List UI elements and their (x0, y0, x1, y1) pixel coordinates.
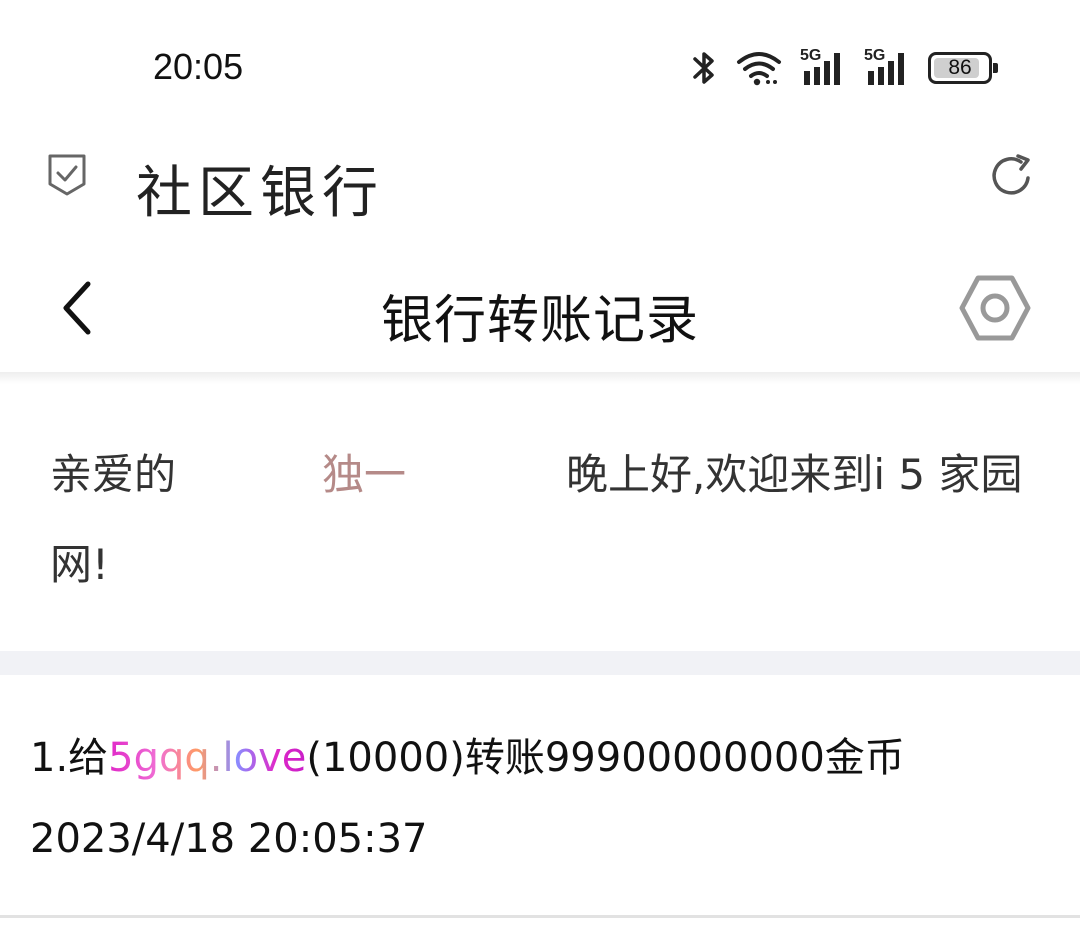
shield-check-icon[interactable] (46, 152, 88, 198)
battery-icon: 86 (928, 52, 998, 84)
nav-shadow (0, 372, 1080, 384)
greeting-text: 晚上好,欢迎来到i 5 家园网! (50, 450, 1023, 589)
greeting-username[interactable]: 独一 (322, 450, 406, 499)
record-unit: 金币 (824, 735, 905, 781)
list-item (0, 675, 1080, 918)
record-timestamp: 2023/4/18 20:05:37 (30, 816, 428, 862)
section-divider (0, 651, 1080, 675)
status-bar: 20:05 5G 5G 86 (0, 0, 1080, 120)
record-to-label: 给 (68, 735, 109, 781)
bluetooth-icon (693, 52, 714, 84)
record-amount: 99900000000 (544, 735, 825, 781)
refresh-icon[interactable] (988, 152, 1038, 200)
record-divider (0, 915, 1080, 918)
greeting-message: 亲爱的 独一 晚上好,欢迎来到i 5 家园网! (50, 430, 1040, 610)
cellular-signal-icon: 5G (800, 47, 846, 87)
record-recipient[interactable]: 5gqq.love (108, 735, 306, 781)
status-time: 20:05 (153, 46, 244, 87)
battery-cap (993, 63, 998, 73)
cellular-signal-2-icon: 5G (864, 47, 910, 87)
app-title: 社区银行 (136, 161, 384, 226)
wifi-icon (737, 52, 781, 86)
record-description: 1.给5gqq.love(10000)转账99900000000金币 (30, 725, 905, 783)
battery-level: 86 (948, 56, 972, 79)
record-recipient-id: (10000) (306, 735, 465, 781)
settings-icon[interactable] (958, 274, 1032, 342)
record-index: 1. (30, 735, 69, 781)
status-icons: 5G 5G 86 (692, 46, 998, 90)
page-title: 银行转账记录 (380, 291, 699, 351)
greeting-prefix: 亲爱的 (50, 450, 177, 499)
record-action: 转账 (464, 735, 545, 781)
